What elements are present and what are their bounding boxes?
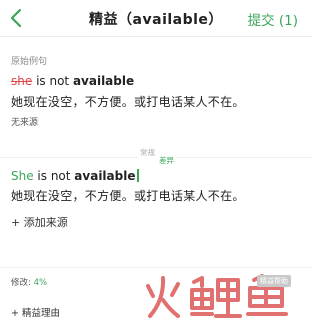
source-text: 无来源 — [11, 118, 39, 128]
add-source-button[interactable]: + 添加来源 — [11, 214, 68, 230]
modify-percentage: 修改: 4% — [11, 276, 47, 288]
sentence-middle: is not — [32, 74, 73, 88]
edited-translation[interactable]: 她现在没空，不方便。或打电话某人不在。 — [11, 187, 245, 204]
original-english-sentence: she is not available — [11, 74, 134, 88]
footer-divider — [0, 267, 312, 268]
keyword: available — [74, 169, 136, 183]
top-bar: 精益（available） 提交 (1) — [0, 0, 312, 37]
edited-english-sentence[interactable]: She is not available — [11, 169, 139, 183]
changed-word: She — [11, 169, 34, 183]
sentence-middle: is not — [33, 169, 75, 183]
help-badge[interactable]: 精益帮助 — [257, 275, 291, 287]
text-cursor — [137, 169, 139, 182]
keyword: available — [72, 74, 135, 88]
submit-button[interactable]: 提交 (1) — [248, 9, 298, 29]
tab-normal[interactable]: 常规 — [138, 147, 157, 158]
original-section-label: 原始例句 — [11, 57, 48, 67]
original-translation: 她现在没空，不方便。或打电话某人不在。 — [11, 95, 245, 109]
add-reason-button[interactable]: + 精益理由 — [11, 305, 60, 319]
tab-diff[interactable]: 差异 — [157, 155, 176, 166]
modify-value: 4% — [33, 278, 48, 288]
modify-label: 修改: — [11, 278, 34, 288]
deleted-word: she — [11, 74, 33, 88]
